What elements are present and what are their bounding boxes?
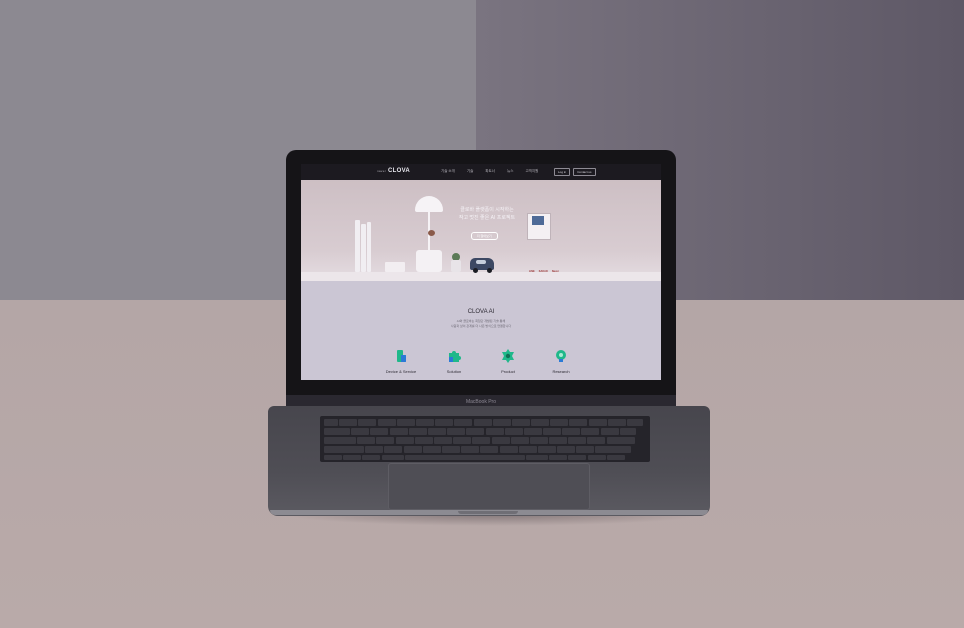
service-solution[interactable]: Solution	[432, 349, 476, 374]
about-section: CLOVA AI AI와 클로바는 최첨단 개발된 기술 통해 사람과 삶이 관…	[301, 281, 661, 380]
nav-item-tech[interactable]: 기술	[467, 169, 473, 174]
laptop-screen: naver CLOVA 기술 소개 기술 파트너 뉴스 고객지원 Log in C…	[301, 164, 661, 380]
nav-item-about[interactable]: 기술 소개	[441, 169, 455, 174]
keyboard-row	[324, 428, 636, 435]
service-label: Device & Service	[385, 369, 417, 374]
about-description: AI와 클로바는 최첨단 개발된 기술 통해 사람과 삶이 관계를 더 나은 방…	[301, 319, 661, 328]
partner-logo: LINE	[529, 270, 535, 273]
dock-prop	[385, 262, 405, 272]
keyboard-row	[324, 446, 632, 453]
service-label: Product	[501, 369, 515, 374]
contact-button[interactable]: Contact us	[573, 168, 596, 176]
laptop-trackpad	[388, 463, 590, 510]
hero-shelf	[301, 272, 661, 281]
partner-logos: LINE KAKAO Naver	[529, 270, 559, 273]
bulb-icon	[556, 350, 566, 362]
laptop-keyboard	[320, 416, 650, 462]
toy-car-window	[476, 260, 486, 264]
nav-menu: 기술 소개 기술 파트너 뉴스 고객지원	[441, 169, 538, 174]
hero-banner: 클로바 플랫폼이 시작하는 작고 멋진 좋은 AI 프로젝트 더 알아보기 LI…	[301, 180, 661, 281]
clova-logo[interactable]: naver CLOVA	[377, 168, 410, 174]
book-prop	[367, 222, 371, 272]
service-product[interactable]: Product	[486, 349, 530, 374]
keyboard-row	[324, 437, 635, 444]
puzzle-icon	[449, 351, 461, 362]
partner-logo: Naver	[551, 270, 559, 273]
keyboard-row	[324, 455, 625, 462]
nav-item-support[interactable]: 고객지원	[525, 169, 538, 174]
hero-cta-button[interactable]: 더 알아보기	[471, 232, 498, 240]
nav-item-partner[interactable]: 파트너	[485, 169, 495, 174]
flower-prop	[428, 230, 435, 236]
hero-headline-line1: 클로바 플랫폼이 시작하는	[460, 207, 514, 213]
toy-car-wheel	[473, 268, 478, 273]
about-title: CLOVA AI	[467, 309, 495, 315]
book-prop	[355, 220, 360, 272]
about-desc-line2: 사람과 삶이 관계를 더 나은 방식으로 연결합니다	[450, 323, 512, 328]
pot-prop	[451, 260, 461, 272]
book-prop	[361, 224, 366, 272]
nav-item-news[interactable]: 뉴스	[507, 169, 513, 174]
service-device[interactable]: Device & Service	[379, 349, 423, 374]
toy-car-wheel	[487, 268, 492, 273]
hero-headline: 클로바 플랫폼이 시작하는 작고 멋진 좋은 AI 프로젝트	[437, 206, 537, 222]
partner-logo: KAKAO	[538, 270, 548, 273]
login-button[interactable]: Log in	[554, 168, 571, 176]
service-label: Solution	[446, 369, 462, 374]
lamp-base	[416, 250, 442, 272]
service-research[interactable]: Research	[539, 349, 583, 374]
gear-icon	[502, 349, 514, 363]
laptop-lid-notch	[458, 511, 518, 514]
hero-headline-line2: 작고 멋진 좋은 AI 프로젝트	[458, 215, 516, 221]
site-navbar: naver CLOVA 기술 소개 기술 파트너 뉴스 고객지원 Log in C…	[301, 164, 661, 180]
service-label: Research	[552, 369, 570, 374]
keyboard-row	[324, 419, 643, 426]
nav-buttons: Log in Contact us	[554, 168, 596, 176]
logo-text: CLOVA	[388, 168, 411, 174]
logo-prefix: naver	[377, 169, 387, 173]
device-icon	[397, 350, 406, 362]
